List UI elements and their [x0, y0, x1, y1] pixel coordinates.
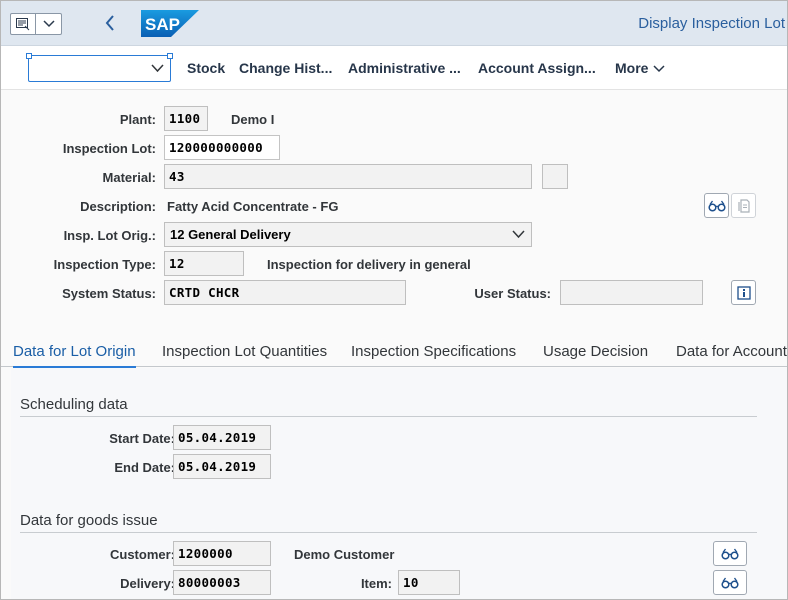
description-label: Description:: [80, 199, 156, 214]
svg-text:SAP: SAP: [145, 15, 180, 34]
command-field[interactable]: [26, 53, 173, 82]
end-date-label: End Date:: [114, 460, 175, 475]
stock-button[interactable]: Stock: [187, 60, 225, 76]
plant-label: Plant:: [119, 112, 156, 127]
menu-icon[interactable]: [11, 14, 37, 34]
delivery-display-button[interactable]: [713, 570, 747, 595]
plant-description: Demo I: [231, 112, 275, 127]
glasses-icon: [721, 577, 739, 589]
material-field[interactable]: 43: [164, 164, 532, 189]
customer-field[interactable]: 1200000: [173, 541, 271, 566]
inspection-type-label: Inspection Type:: [53, 257, 156, 272]
sap-logo: SAP: [141, 10, 199, 37]
divider: [20, 416, 757, 417]
tab-strip: Data for Lot Origin Inspection Lot Quant…: [1, 337, 787, 369]
tab-data-for-lot-origin[interactable]: Data for Lot Origin: [13, 343, 136, 369]
item-label: Item:: [360, 576, 392, 591]
page-title: Display Inspection Lot: [638, 15, 785, 32]
material-extra-field[interactable]: [542, 164, 568, 189]
toolbar: Stock Change Hist... Administrative ... …: [1, 46, 787, 90]
inspection-lot-field[interactable]: 120000000000: [164, 135, 280, 160]
back-icon[interactable]: [101, 11, 119, 35]
plant-field[interactable]: 1100: [164, 106, 208, 131]
tab-inspection-specifications[interactable]: Inspection Specifications: [351, 343, 516, 360]
chevron-down-icon: [653, 65, 665, 73]
start-date-field[interactable]: 05.04.2019: [173, 425, 271, 450]
info-button[interactable]: [731, 280, 756, 305]
customer-name: Demo Customer: [294, 547, 395, 562]
start-date-label: Start Date:: [109, 431, 175, 446]
insp-lot-origin-select[interactable]: 12 General Delivery: [164, 222, 532, 247]
menu-button[interactable]: [10, 13, 62, 35]
description-value: Fatty Acid Concentrate - FG: [167, 199, 339, 214]
document-icon: [737, 198, 750, 213]
chevron-down-icon[interactable]: [512, 227, 525, 242]
scheduling-data-title: Scheduling data: [20, 396, 128, 413]
account-assignment-button[interactable]: Account Assign...: [478, 60, 596, 76]
user-status-field[interactable]: [560, 280, 703, 305]
tab-usage-decision[interactable]: Usage Decision: [543, 343, 648, 360]
delivery-label: Delivery:: [120, 576, 175, 591]
app-window: SAP Display Inspection Lot Stock Change …: [0, 0, 788, 600]
system-status-label: System Status:: [62, 286, 156, 301]
goods-issue-title: Data for goods issue: [20, 512, 158, 529]
administrative-button[interactable]: Administrative ...: [348, 60, 461, 76]
document-button[interactable]: [731, 193, 756, 218]
inspection-lot-label: Inspection Lot:: [62, 141, 156, 156]
customer-display-button[interactable]: [713, 541, 747, 566]
inspection-type-description: Inspection for delivery in general: [267, 257, 471, 272]
more-label: More: [615, 60, 649, 76]
system-status-field[interactable]: CRTD CHCR: [164, 280, 406, 305]
inspection-type-field[interactable]: 12: [164, 251, 244, 276]
item-field[interactable]: 10: [398, 570, 460, 595]
insp-lot-origin-value: 12 General Delivery: [170, 227, 291, 242]
user-status-label: User Status:: [474, 286, 551, 301]
shell-header: SAP Display Inspection Lot: [1, 1, 787, 46]
insp-lot-origin-label: Insp. Lot Orig.:: [63, 228, 156, 243]
customer-label: Customer:: [109, 547, 175, 562]
divider: [20, 532, 757, 533]
end-date-field[interactable]: 05.04.2019: [173, 454, 271, 479]
tab-data-for-account-assignment[interactable]: Data for Account A: [676, 343, 787, 360]
chevron-down-icon[interactable]: [36, 14, 61, 34]
more-button[interactable]: More: [615, 60, 665, 76]
material-label: Material:: [102, 170, 156, 185]
display-glasses-button[interactable]: [704, 193, 729, 218]
tab-inspection-lot-quantities[interactable]: Inspection Lot Quantities: [162, 343, 327, 360]
glasses-icon: [707, 200, 726, 212]
glasses-icon: [721, 548, 739, 560]
delivery-field[interactable]: 80000003: [173, 570, 271, 595]
info-icon: [736, 285, 751, 300]
tab-panel: Scheduling data Start Date: 05.04.2019 E…: [11, 368, 787, 599]
change-history-button[interactable]: Change Hist...: [239, 60, 332, 76]
chevron-down-icon[interactable]: [151, 61, 164, 76]
